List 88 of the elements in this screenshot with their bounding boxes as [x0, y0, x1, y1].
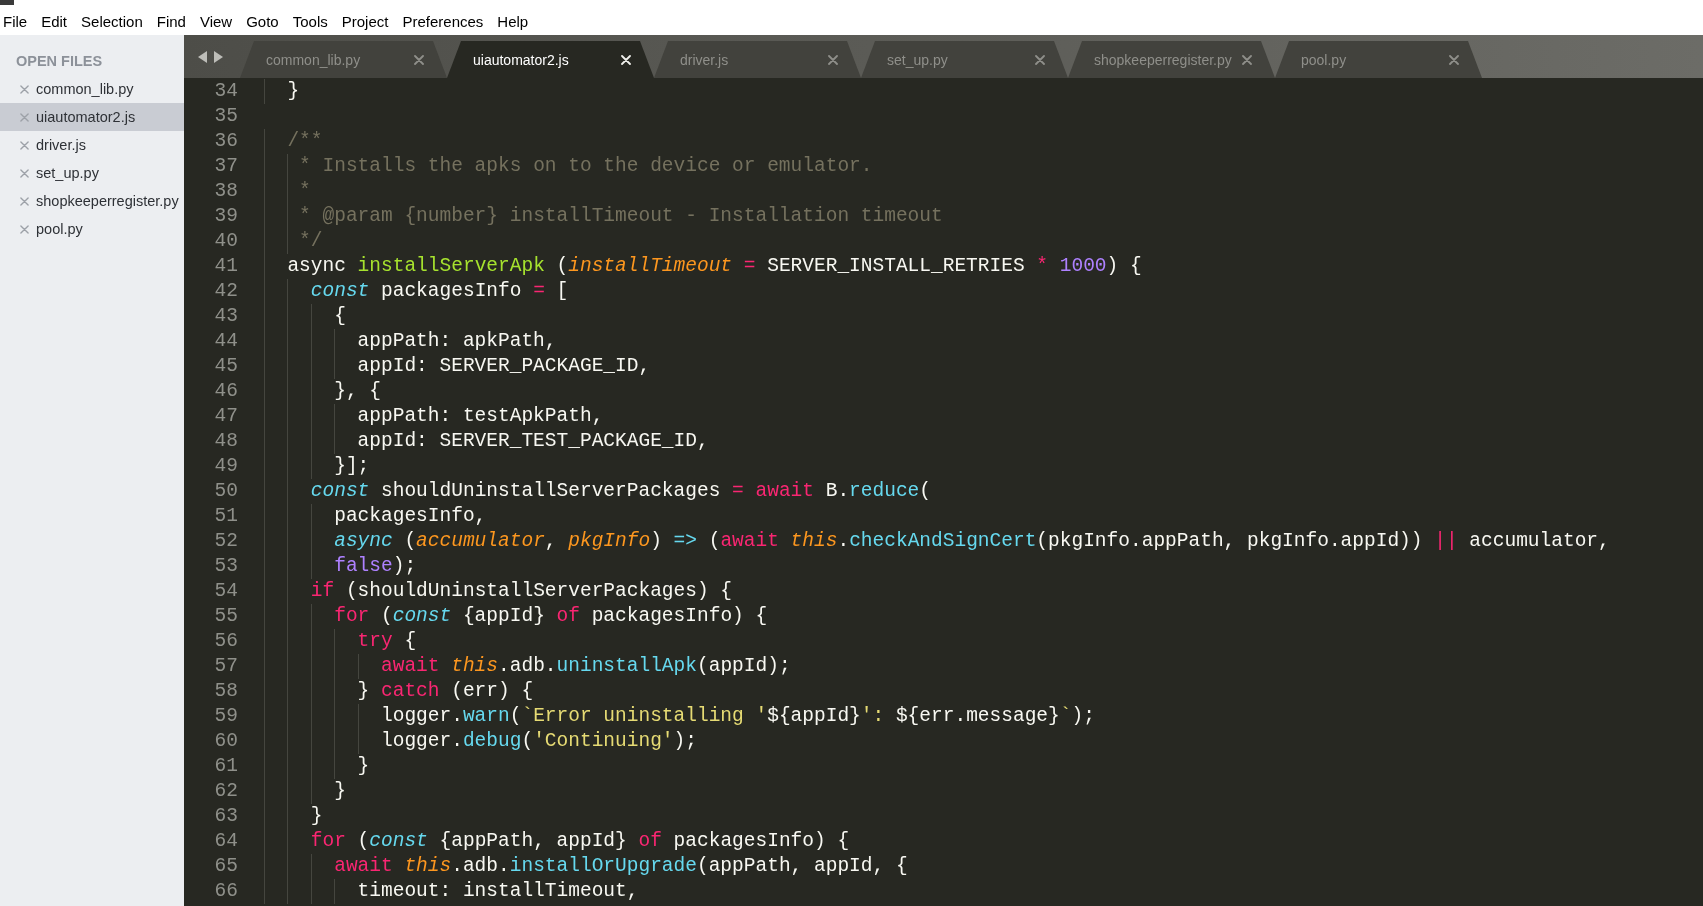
line-number: 54: [213, 579, 238, 604]
open-file-item[interactable]: common_lib.py: [0, 75, 184, 103]
line-number: 57: [213, 654, 238, 679]
open-file-item[interactable]: shopkeeperregister.py: [0, 187, 184, 215]
triangle-left-icon: [198, 50, 207, 63]
code-line: if (shouldUninstallServerPackages) {: [310, 579, 733, 604]
menu-item[interactable]: Help: [497, 11, 529, 32]
line-number: 40: [213, 229, 238, 254]
menu-item[interactable]: Project: [341, 11, 389, 32]
line-number: 59: [213, 704, 238, 729]
line-number: 34: [213, 79, 238, 104]
line-number: 42: [213, 279, 238, 304]
menu-item[interactable]: Tools: [292, 11, 328, 32]
open-file-item[interactable]: pool.py: [0, 215, 184, 243]
line-number: 58: [213, 679, 238, 704]
code-line: async installServerApk (installTimeout = SERVER_INSTALL_RETRIES * 1000) {: [287, 254, 1142, 279]
line-number: 38: [213, 179, 238, 204]
code-line: appPath: testApkPath,: [357, 404, 604, 429]
code-line: await this.adb.uninstallApk(appId);: [381, 654, 791, 679]
line-number: 39: [213, 204, 238, 229]
line-number: 64: [213, 829, 238, 854]
code-line: for (const {appId} of packagesInfo) {: [334, 604, 768, 629]
line-number: 51: [213, 504, 238, 529]
code-line: async (accumulator, pkgInfo) => (await this.checkAndSignCert(pkgInfo.appPath, pkgInfo.appId)) || accumulator,: [334, 529, 1610, 554]
code-line: /**: [287, 129, 323, 154]
line-number: 53: [213, 554, 238, 579]
line-number: 66: [213, 879, 238, 904]
code-line: packagesInfo,: [334, 504, 487, 529]
code-line: }: [287, 79, 300, 104]
sidebar-heading: OPEN FILES: [15, 52, 104, 70]
line-number: 35: [213, 104, 238, 129]
code-line: }, {: [334, 379, 381, 404]
code-line: */: [299, 229, 323, 254]
menu-item[interactable]: Edit: [41, 11, 68, 32]
line-number: 60: [213, 729, 238, 754]
scroll-tabs-right-button[interactable]: [214, 50, 223, 63]
line-number: 56: [213, 629, 238, 654]
code-line: for (const {appPath, appId} of packagesInfo) {: [310, 829, 850, 854]
line-number: 43: [213, 304, 238, 329]
code-line: {: [334, 304, 346, 329]
open-file-item[interactable]: set_up.py: [0, 159, 184, 187]
line-number: 37: [213, 154, 238, 179]
menu-item[interactable]: Preferences: [402, 11, 484, 32]
line-number: 48: [213, 429, 238, 454]
code-line: appPath: apkPath,: [357, 329, 557, 354]
menu-item[interactable]: View: [199, 11, 233, 32]
line-number: 41: [213, 254, 238, 279]
code-line: appId: SERVER_TEST_PACKAGE_ID,: [357, 429, 709, 454]
line-number: 45: [213, 354, 238, 379]
line-number: 47: [213, 404, 238, 429]
line-number: 46: [213, 379, 238, 404]
code-line: *: [299, 179, 311, 204]
open-file-item[interactable]: uiautomator2.js: [0, 103, 184, 131]
code-line: }: [357, 754, 370, 779]
code-line: timeout: installTimeout,: [357, 879, 639, 904]
code-line: logger.debug('Continuing');: [381, 729, 697, 754]
line-number: 63: [213, 804, 238, 829]
code-line: const shouldUninstallServerPackages = await B.reduce(: [310, 479, 932, 504]
triangle-right-icon: [214, 50, 223, 63]
line-number: 49: [213, 454, 238, 479]
code-line: appId: SERVER_PACKAGE_ID,: [357, 354, 651, 379]
code-line: try {: [357, 629, 417, 654]
code-line: await this.adb.installOrUpgrade(appPath, appId, {: [334, 854, 908, 879]
line-number: 65: [213, 854, 238, 879]
line-number: 44: [213, 329, 238, 354]
menu-item[interactable]: Selection: [81, 11, 143, 32]
menu-item[interactable]: Find: [156, 11, 186, 32]
menu-item[interactable]: Goto: [246, 11, 279, 32]
line-number: 50: [213, 479, 238, 504]
open-file-item[interactable]: driver.js: [0, 131, 184, 159]
line-number: 36: [213, 129, 238, 154]
scroll-tabs-left-button[interactable]: [198, 50, 207, 63]
code-line: * Installs the apks on to the device or emulator.: [299, 154, 873, 179]
code-line: } catch (err) {: [357, 679, 534, 704]
code-line: }: [310, 804, 323, 829]
code-line: false);: [334, 554, 417, 579]
line-number: 52: [213, 529, 238, 554]
code-line: * @param {number} installTimeout - Installation timeout: [299, 204, 943, 229]
code-line: const packagesInfo = [: [310, 279, 569, 304]
file-tab[interactable]: uiautomator2.js: [447, 41, 654, 78]
line-number: 61: [213, 754, 238, 779]
code-line: }];: [334, 454, 370, 479]
line-number: 62: [213, 779, 238, 804]
menu-item[interactable]: File: [3, 11, 28, 32]
line-number: 55: [213, 604, 238, 629]
code-line: }: [334, 779, 346, 804]
app-icon: [0, 0, 14, 5]
code-line: logger.warn(`Error uninstalling '${appId}': ${err.message}`);: [381, 704, 1095, 729]
